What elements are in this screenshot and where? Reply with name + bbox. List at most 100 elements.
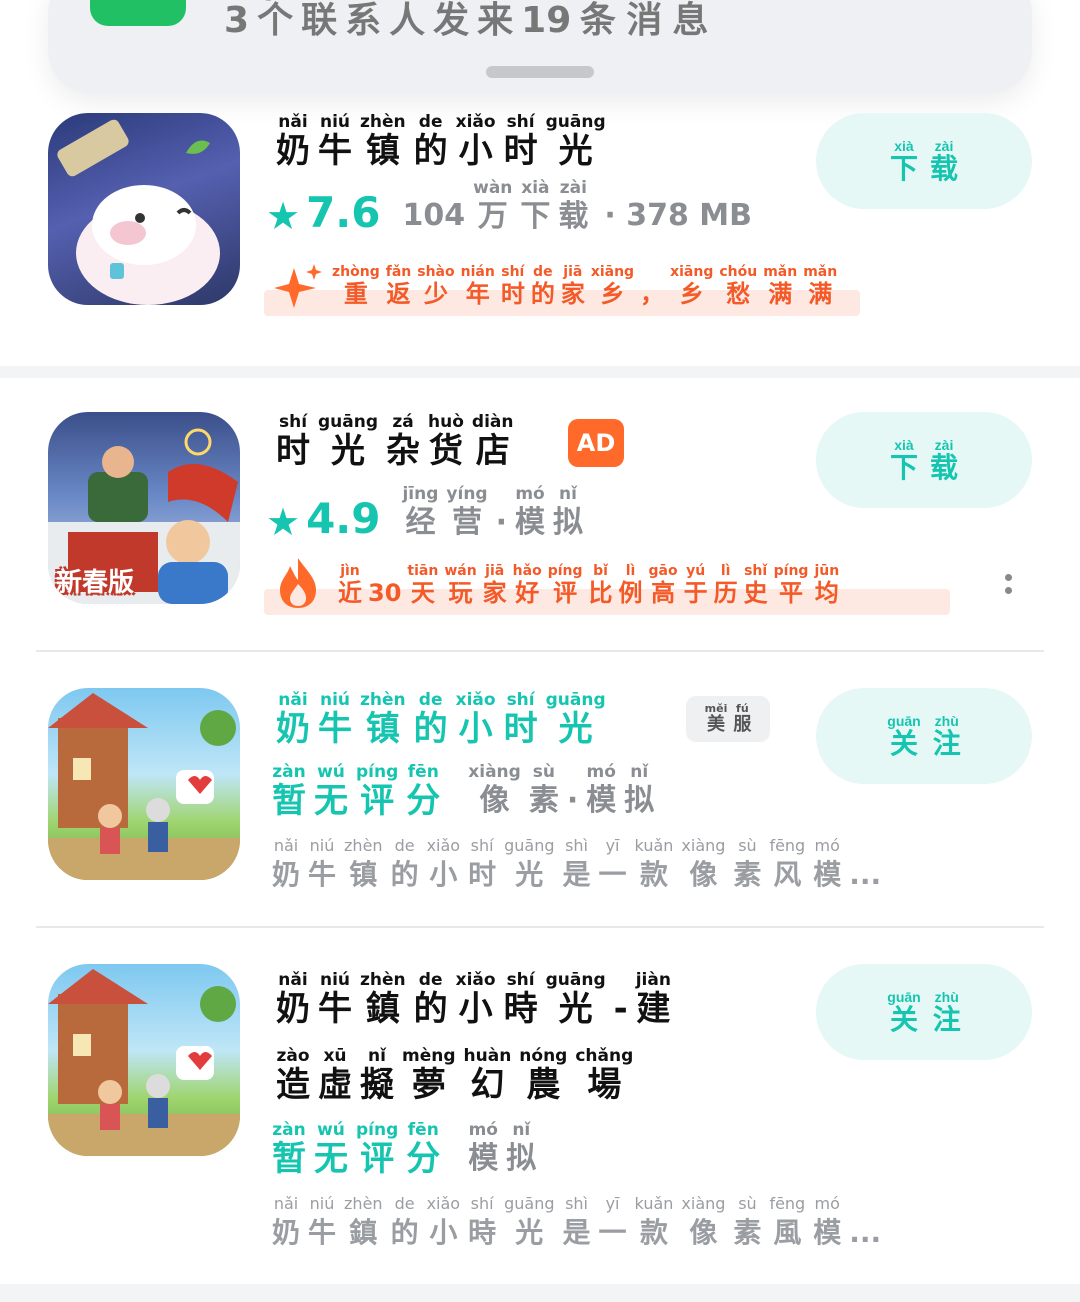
ruby-char: nǐ 擬 [360, 1046, 394, 1104]
ruby-char: nǐ 拟 [624, 762, 654, 820]
wechat-icon [90, 0, 186, 26]
ruby-char: xiǎo 小 [456, 970, 496, 1028]
pinyin: xiāng [590, 264, 635, 280]
ruby-char: mèng 夢 [402, 1046, 456, 1104]
ruby-char: jīng 经 [402, 484, 438, 542]
download-button-1[interactable]: xià 下 zài 载 [816, 113, 1032, 209]
ruby-char: ， [640, 264, 664, 308]
sparkle-icon [274, 264, 322, 308]
pinyin: xià [521, 178, 550, 198]
hanzi: 的 [413, 989, 448, 1029]
hanzi: 款 [639, 1216, 668, 1249]
hanzi: 时 [500, 280, 525, 308]
ruby-char: kuǎn 款 [635, 1194, 674, 1252]
hanzi: 夢 [411, 1065, 446, 1105]
farm-game-icon [48, 969, 240, 1156]
hanzi: 牛 [318, 709, 352, 749]
pinyin: nóng [519, 1046, 568, 1066]
app-icon-2[interactable]: 新春版 [48, 412, 240, 604]
pinyin: zhèn [360, 690, 406, 710]
ruby-char: xiǎo 小 [456, 690, 496, 748]
ruby-char: xià 下 [520, 178, 550, 236]
hanzi: 系 [345, 0, 382, 41]
app-icon-1[interactable] [48, 113, 240, 305]
beauty-server-badge: měi 美 fú 服 [686, 696, 770, 742]
download-label: wàn 万 xià 下 zài 载 [473, 178, 596, 236]
ruby-char: shí 時 [504, 970, 538, 1028]
pinyin: nián [460, 264, 495, 280]
pinyin: yíng [446, 484, 488, 504]
app-title-2[interactable]: shí 时 guāng 光 zá 杂 huò 货 diàn 店 [276, 412, 521, 470]
ruby-char: niú 牛 [318, 112, 352, 170]
ruby-char: zhèn 镇 [344, 836, 383, 894]
pinyin: zhèn [344, 1194, 383, 1213]
hanzi: 镇 [349, 858, 378, 891]
app-size: · 378 MB [604, 198, 753, 233]
bottom-divider [0, 1284, 1080, 1302]
hanzi: 光 [331, 431, 365, 471]
pinyin: shí [506, 970, 535, 990]
more-options-icon[interactable] [1000, 570, 1016, 602]
hanzi: 光 [558, 989, 593, 1029]
download-button-2[interactable]: xià 下 zài 载 [816, 412, 1032, 508]
pinyin: xiǎo [455, 970, 496, 990]
notification-banner[interactable]: 3gè个lián联xì系rén人fā发lái来 19tiáo条xiāo消xī息 [48, 0, 1032, 94]
ruby-char: 30 [368, 563, 401, 607]
ruby-char: wàn 万 [473, 178, 512, 236]
follow-button-4[interactable]: guān 关 zhù 注 [816, 964, 1032, 1060]
ruby-char: nǎi 奶 [272, 1194, 300, 1252]
ruby-char: jiā 家 [561, 264, 585, 308]
app-meta-4: zàn 暂 wú 无 píng 评 fēn 分 mó 模 nǐ 拟 [272, 1120, 544, 1178]
ruby-char: huò 货 [428, 412, 464, 470]
hanzi: 下 [889, 452, 918, 483]
hanzi: 无 [314, 781, 348, 821]
app-title-3[interactable]: nǎi 奶 niú 牛 zhèn 镇 de 的 xiǎo 小 shí 时 guāng 光 [276, 690, 614, 748]
hanzi: 史 [743, 579, 768, 607]
ruby-char: diàn 店 [472, 412, 514, 470]
ruby-char: guāng 光 [504, 836, 554, 894]
ruby-char: shào 少 [417, 264, 454, 308]
hanzi: 小 [458, 131, 493, 171]
hanzi: 例 [618, 579, 643, 607]
pinyin: mó [814, 836, 840, 855]
hanzi: 拟 [624, 783, 655, 818]
hanzi: 模 [586, 783, 617, 818]
hanzi: 经 [405, 505, 436, 540]
hanzi: 的 [390, 1216, 419, 1249]
ruby-char: mó 模 [813, 1194, 841, 1252]
hanzi: 分 [406, 781, 441, 821]
pinyin: fēn [407, 762, 439, 782]
ruby-char: fā发 [433, 0, 469, 40]
pinyin: jīng [402, 484, 439, 504]
pinyin: chóu [719, 264, 758, 280]
hanzi: 人 [389, 0, 426, 41]
ruby-char: mǎn 满 [763, 264, 797, 308]
hanzi: 3 [224, 0, 250, 41]
app-icon-4[interactable] [48, 964, 240, 1156]
banner-drag-handle[interactable] [486, 66, 594, 78]
pinyin: zào [276, 1046, 310, 1066]
hanzi: 牛 [308, 1216, 337, 1249]
pinyin: zài [559, 178, 587, 198]
hanzi: 的 [413, 709, 448, 749]
hanzi: 素 [733, 1216, 762, 1249]
app-title-1[interactable]: nǎi 奶 niú 牛 zhèn 镇 de 的 xiǎo 小 shí 时 guāng 光 [276, 112, 614, 170]
pinyin: tiān [407, 563, 439, 579]
ruby-char: sù 素 [529, 762, 559, 820]
app-icon-3[interactable] [48, 688, 240, 880]
ruby-char: guāng 光 [318, 412, 378, 470]
pinyin: xiǎo [426, 1194, 461, 1213]
pinyin: mó [468, 1120, 498, 1140]
hanzi: 载 [930, 153, 959, 184]
pinyin: de [418, 970, 443, 990]
pinyin: de [418, 690, 443, 710]
app-title-4[interactable]: nǎi 奶 niú 牛 zhèn 鎮 de 的 xiǎo 小 shí 時 guāng 光 - jiàn 建 [276, 970, 679, 1028]
pinyin: mǎn [803, 264, 838, 280]
pinyin: fǎn [385, 264, 412, 280]
follow-button-3[interactable]: guān 关 zhù 注 [816, 688, 1032, 784]
app-title-4-line2[interactable]: zào 造 xū 虛 nǐ 擬 mèng 夢 huàn 幻 nóng 農 chǎng 場 [276, 1046, 641, 1104]
hanzi: 下 [889, 153, 918, 184]
ruby-char: guān 关 [887, 989, 920, 1035]
hanzi: 镇 [365, 131, 400, 171]
pinyin: niú [319, 690, 351, 710]
